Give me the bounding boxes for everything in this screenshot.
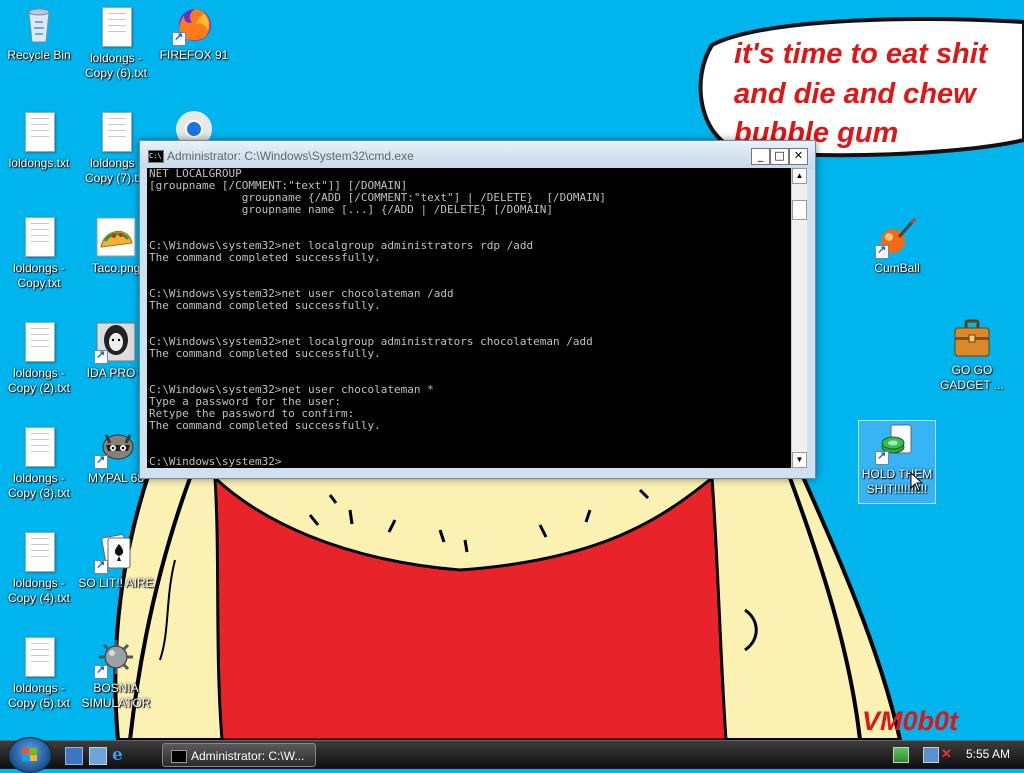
text-file-icon xyxy=(19,427,59,467)
icon-label: loldongs - Copy (5).txt xyxy=(7,681,70,710)
firefox-icon xyxy=(172,4,214,46)
desktop-icon-firefox[interactable]: FIREFOX 91 xyxy=(156,4,232,63)
console-line: The command completed successfully. xyxy=(149,251,381,264)
wallpaper-signature: VM0b0t xyxy=(862,706,959,736)
cmd-window[interactable]: C:\ Administrator: C:\Windows\System32\c… xyxy=(139,140,816,479)
briefcase-icon xyxy=(952,317,992,357)
icon-label: SO LIT!! AIRE xyxy=(78,576,154,590)
cmd-app-icon: C:\ xyxy=(148,150,164,163)
console-line xyxy=(147,432,791,444)
console-line xyxy=(147,264,791,276)
text-file-icon xyxy=(19,637,59,677)
console-prompt[interactable]: C:\Windows\system32> xyxy=(147,456,791,468)
shortcut-arrow-icon xyxy=(875,449,889,465)
clock[interactable]: 5:55 AM xyxy=(966,747,1010,761)
raccoon-icon xyxy=(94,427,136,469)
taskbar-task-cmd[interactable]: Administrator: C:\W... xyxy=(162,743,316,767)
ida-pro-icon xyxy=(94,322,136,364)
desktop-icon-loldongs-copy-2[interactable]: loldongs - Copy (2).txt xyxy=(1,322,77,396)
icon-label: Recycle Bin xyxy=(7,48,71,62)
console-output[interactable]: NET LOCALGROUP [groupname [/COMMENT:"tex… xyxy=(147,168,791,468)
icon-label: CumBall xyxy=(874,261,920,275)
speech-line-1: it's time to eat shit xyxy=(734,38,989,70)
vertical-scrollbar[interactable]: ▲ ▼ xyxy=(791,168,807,468)
paint-ball-icon xyxy=(875,217,917,259)
maximize-button[interactable]: □ xyxy=(770,148,789,165)
speech-line-2: and die and chew xyxy=(734,78,978,110)
icon-label: GO GO GADGET ... xyxy=(940,363,1004,392)
shortcut-arrow-icon xyxy=(172,30,186,46)
taskbar-task-label: Administrator: C:\W... xyxy=(191,749,305,763)
icon-label: loldongs - Copy (6).txt xyxy=(84,51,147,80)
minimize-button[interactable]: _ xyxy=(751,148,770,165)
icon-label: BOSNIA SIMULATOR xyxy=(81,681,151,710)
scroll-thumb[interactable] xyxy=(792,200,807,220)
text-file-icon xyxy=(19,217,59,257)
desktop-icon-gogo-gadget[interactable]: GO GO GADGET ... xyxy=(934,317,1010,393)
taco-image-icon xyxy=(96,217,136,257)
icon-label: FIREFOX 91 xyxy=(159,48,229,62)
recycle-bin-icon xyxy=(19,4,59,44)
console-line xyxy=(147,216,791,228)
desktop-icon-loldongs[interactable]: loldongs.txt xyxy=(1,112,77,171)
windows-logo-icon xyxy=(22,748,38,762)
network-icon[interactable] xyxy=(923,747,939,763)
show-desktop-icon[interactable] xyxy=(65,747,83,765)
console-line xyxy=(147,360,791,372)
desktop-icon-bosnia-simulator[interactable]: BOSNIA SIMULATOR xyxy=(78,637,154,711)
desktop-icon-cumball[interactable]: CumBall xyxy=(859,217,935,276)
console-line: The command completed successfully. xyxy=(149,347,381,360)
internet-explorer-icon[interactable]: e xyxy=(112,747,128,764)
shortcut-arrow-icon xyxy=(94,453,108,469)
console-line: groupname name [...] {/ADD | /DELETE} [/… xyxy=(149,203,553,216)
console-line: The command completed successfully. xyxy=(149,419,381,432)
system-tray: ✕ 5:55 AM xyxy=(885,741,1024,769)
text-file-icon xyxy=(19,112,59,152)
naval-mine-icon xyxy=(94,637,136,679)
text-file-icon xyxy=(19,532,59,572)
tray-app-icon[interactable] xyxy=(893,747,909,763)
console-line: The command completed successfully. xyxy=(149,299,381,312)
cmd-title-bar[interactable]: C:\ Administrator: C:\Windows\System32\c… xyxy=(140,141,815,169)
volume-muted-icon[interactable]: ✕ xyxy=(941,747,955,761)
desktop-icon-loldongs-copy-3[interactable]: loldongs - Copy (3).txt xyxy=(1,427,77,501)
desktop-icon-loldongs-copy-4[interactable]: loldongs - Copy (4).txt xyxy=(1,532,77,606)
icon-label: loldongs - Copy.txt xyxy=(12,261,66,290)
text-file-icon xyxy=(19,322,59,362)
switch-windows-icon[interactable] xyxy=(89,747,107,765)
icon-label: loldongs.txt xyxy=(8,156,70,170)
icon-label: loldongs - Copy (3).txt xyxy=(7,471,70,500)
close-button[interactable]: ✕ xyxy=(789,148,808,165)
shortcut-arrow-icon xyxy=(94,558,108,574)
mouse-cursor-icon xyxy=(910,472,924,492)
poker-chips-icon xyxy=(875,423,917,465)
desktop-icon-recycle-bin[interactable]: Recycle Bin xyxy=(1,4,77,63)
cmd-window-title: Administrator: C:\Windows\System32\cmd.e… xyxy=(167,149,414,163)
scroll-down-button[interactable]: ▼ xyxy=(792,452,807,468)
text-file-icon xyxy=(96,7,136,47)
desktop-icon-loldongs-copy[interactable]: loldongs - Copy.txt xyxy=(1,217,77,291)
desktop-icon-loldongs-copy-6[interactable]: loldongs - Copy (6).txt xyxy=(78,7,154,81)
icon-label: loldongs - Copy (4).txt xyxy=(7,576,70,605)
cmd-app-icon xyxy=(171,750,187,763)
desktop-icon-solitaire[interactable]: SO LIT!! AIRE xyxy=(78,532,154,591)
desktop-icon-loldongs-copy-5[interactable]: loldongs - Copy (5).txt xyxy=(1,637,77,711)
icon-label: loldongs - Copy (2).txt xyxy=(7,366,70,395)
scroll-up-button[interactable]: ▲ xyxy=(792,168,807,184)
shortcut-arrow-icon xyxy=(94,348,108,364)
shortcut-arrow-icon xyxy=(94,663,108,679)
text-file-icon xyxy=(96,112,136,152)
shortcut-arrow-icon xyxy=(875,243,889,259)
taskbar: e Administrator: C:\W... ✕ 5:55 AM xyxy=(0,737,1024,773)
console-line xyxy=(147,312,791,324)
playing-cards-icon xyxy=(94,532,136,574)
